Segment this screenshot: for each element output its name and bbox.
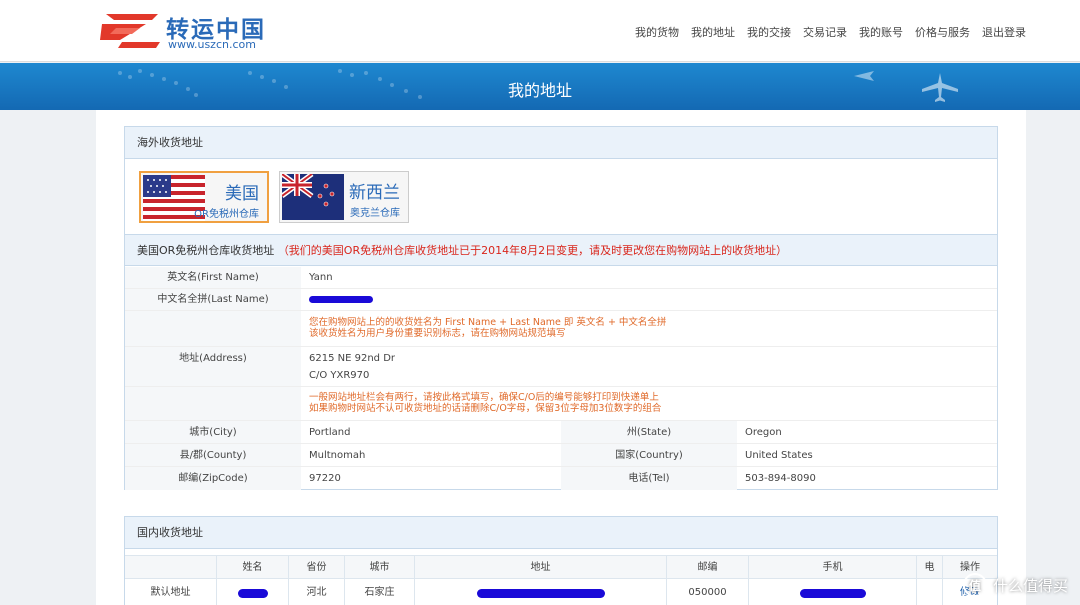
state-label: 州(State) [561,421,737,443]
redaction-mark [309,296,373,303]
smzdm-logo-icon: 值 [962,573,987,597]
address-value: 6215 NE 92nd Dr C/O YXR970 [309,350,395,384]
col-zip: 邮编 [667,556,749,578]
row-first-name: 英文名(First Name) Yann [125,267,997,289]
warehouse-usa-sub: OR免税州仓库 [194,209,259,220]
row-address-note: 一般网站地址栏会有两行，请按此格式填写，确保C/O后的编号能够打印到快递单上 如… [125,387,997,421]
province-cell: 河北 [289,579,345,605]
zip-value: 97220 [309,473,341,484]
city-value: Portland [309,427,351,438]
redaction-mark [799,589,866,598]
first-name-label: 英文名(First Name) [125,267,301,288]
nav-transactions[interactable]: 交易记录 [803,24,847,40]
col-city: 城市 [345,556,415,578]
row-address: 地址(Address) 6215 NE 92nd Dr C/O YXR970 [125,347,997,387]
address-label: 地址(Address) [125,347,301,386]
overseas-heading: 海外收货地址 [125,127,997,159]
nav-my-account[interactable]: 我的账号 [859,24,903,40]
zip-label: 邮编(ZipCode) [125,467,301,490]
address-note-line-1: 一般网站地址栏会有两行，请按此格式填写，确保C/O后的编号能够打印到快递单上 [309,392,659,403]
zip-cell: 050000 [667,579,749,605]
last-name-label: 中文名全拼(Last Name) [125,289,301,310]
col-blank [125,556,217,578]
address-heading: 美国OR免税州仓库收货地址 （我们的美国OR免税州仓库收货地址已于2014年8月… [125,234,997,266]
nz-flag-icon [282,174,344,220]
name-note-line-1: 您在购物网站上的的收货姓名为 First Name + Last Name 即 … [309,317,667,328]
nav-my-handover[interactable]: 我的交接 [747,24,791,40]
warehouse-usa-name: 美国 [225,184,259,204]
county-label: 县/郡(County) [125,444,301,466]
top-bar: 转运中国 www.uszcn.com 我的货物 我的地址 我的交接 交易记录 我… [0,0,1080,62]
address-cell [415,579,667,605]
logo-url: www.uszcn.com [168,38,256,51]
warehouse-nz-name: 新西兰 [349,183,400,203]
county-value: Multnomah [309,450,366,461]
col-phone: 电 [917,556,943,578]
main-content: 海外收货地址 美国 OR免税州仓库 新西兰 奥克兰仓库 美国OR免税州仓库收货地… [96,110,1026,605]
address-table: 英文名(First Name) Yann 中文名全拼(Last Name) 您在… [125,267,997,490]
logo-z-icon [100,14,160,48]
domestic-address-panel: 国内收货地址 姓名 省份 城市 地址 邮编 手机 电 操作 默认地址 河北 石家… [124,516,998,605]
domestic-table-header: 姓名 省份 城市 地址 邮编 手机 电 操作 [125,555,997,579]
page-title: 我的地址 [507,81,572,100]
row-city-state: 城市(City) Portland 州(State) Oregon [125,421,997,444]
address-note-label [125,387,301,420]
tel-value: 503-894-8090 [745,473,816,484]
address-heading-title: 美国OR免税州仓库收货地址 [137,244,275,257]
city-label: 城市(City) [125,421,301,443]
first-name-value: Yann [309,272,333,283]
address-line-1: 6215 NE 92nd Dr [309,353,396,364]
table-row: 默认地址 河北 石家庄 050000 修改 [125,579,997,605]
name-note-line-2: 该收货姓名为用户身份重要识别标志，请在购物网站规范填写 [309,328,566,339]
main-nav: 我的货物 我的地址 我的交接 交易记录 我的账号 价格与服务 退出登录 [623,24,1026,40]
nav-pricing[interactable]: 价格与服务 [915,24,970,40]
redaction-mark [237,589,268,598]
nav-logout[interactable]: 退出登录 [982,24,1026,40]
state-value: Oregon [745,427,782,438]
address-note: 一般网站地址栏会有两行，请按此格式填写，确保C/O后的编号能够打印到快递单上 如… [309,392,661,414]
nav-my-goods[interactable]: 我的货物 [635,24,679,40]
col-mobile: 手机 [749,556,917,578]
tel-label: 电话(Tel) [561,467,737,490]
watermark: 值 什么值得买 [962,573,1068,597]
address-change-notice: （我们的美国OR免税州仓库收货地址已于2014年8月2日变更，请及时更改您在购物… [277,244,788,257]
redaction-mark [476,589,605,598]
warehouse-usa-button[interactable]: 美国 OR免税州仓库 [139,171,269,223]
warehouse-nz-sub: 奥克兰仓库 [350,208,400,219]
name-note: 您在购物网站上的的收货姓名为 First Name + Last Name 即 … [309,317,666,339]
country-label: 国家(Country) [561,444,737,466]
row-zip-tel: 邮编(ZipCode) 97220 电话(Tel) 503-894-8090 [125,467,997,490]
watermark-text: 什么值得买 [992,576,1068,595]
overseas-address-panel: 海外收货地址 美国 OR免税州仓库 新西兰 奥克兰仓库 美国OR免税州仓库收货地… [124,126,998,490]
default-address-label: 默认地址 [125,579,217,605]
site-logo[interactable]: 转运中国 www.uszcn.com [100,10,300,54]
col-name: 姓名 [217,556,289,578]
name-note-label [125,311,301,346]
address-note-line-2: 如果购物时网站不认可收货地址的话请删除C/O字母，保留3位字母加3位数字的组合 [309,403,662,414]
warehouse-nz-button[interactable]: 新西兰 奥克兰仓库 [279,171,409,223]
page-banner: 我的地址 [0,63,1080,110]
row-last-name: 中文名全拼(Last Name) [125,289,997,311]
col-address: 地址 [415,556,667,578]
nav-my-address[interactable]: 我的地址 [691,24,735,40]
mobile-cell [749,579,917,605]
last-name-value [309,289,373,312]
domestic-heading: 国内收货地址 [125,517,997,549]
address-line-2: C/O YXR970 [309,370,370,381]
name-cell [217,579,289,605]
phone-cell [917,579,943,605]
country-value: United States [745,450,813,461]
city-cell: 石家庄 [345,579,415,605]
row-name-note: 您在购物网站上的的收货姓名为 First Name + Last Name 即 … [125,311,997,347]
col-province: 省份 [289,556,345,578]
row-county-country: 县/郡(County) Multnomah 国家(Country) United… [125,444,997,467]
